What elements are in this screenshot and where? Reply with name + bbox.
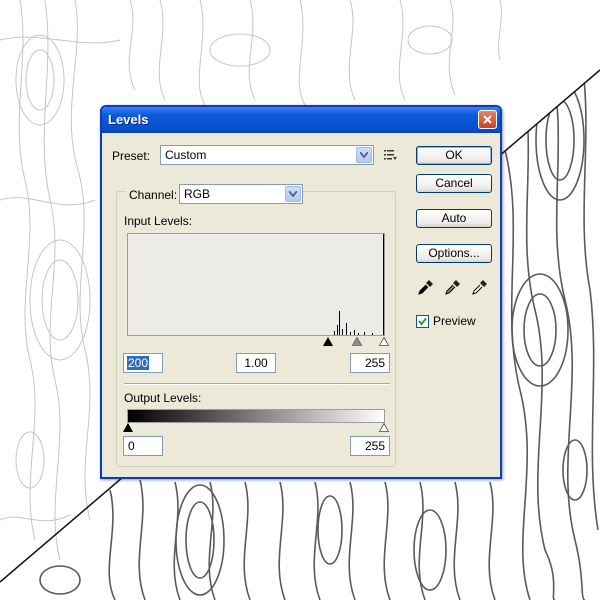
chevron-down-icon bbox=[360, 152, 368, 158]
preview-label[interactable]: Preview bbox=[433, 314, 476, 328]
histogram-bar bbox=[364, 332, 365, 335]
histogram-bar bbox=[346, 323, 347, 335]
input-black-slider[interactable] bbox=[323, 337, 333, 346]
input-white-slider[interactable] bbox=[379, 337, 389, 346]
histogram-bar bbox=[339, 311, 340, 335]
black-eyedropper-icon[interactable] bbox=[418, 279, 434, 295]
input-black-value: 200 bbox=[127, 356, 150, 370]
ok-button[interactable]: OK bbox=[416, 146, 492, 165]
output-levels-label: Output Levels: bbox=[124, 391, 202, 405]
close-icon bbox=[483, 115, 492, 124]
preset-menu-icon[interactable] bbox=[384, 149, 398, 161]
preset-label: Preset: bbox=[112, 149, 151, 163]
white-eyedropper-icon[interactable] bbox=[472, 279, 488, 295]
histogram-bar bbox=[334, 331, 335, 335]
histogram-bar bbox=[350, 332, 351, 335]
histogram bbox=[127, 233, 385, 336]
histogram-bar bbox=[372, 333, 373, 335]
preset-dropdown-arrow[interactable] bbox=[356, 147, 372, 163]
preview-checkbox[interactable] bbox=[416, 315, 429, 328]
output-black-slider[interactable] bbox=[123, 423, 133, 432]
output-black-field[interactable]: 0 bbox=[123, 436, 163, 456]
preset-select[interactable]: Custom bbox=[160, 145, 374, 165]
levels-dialog: Levels Preset: Custom Channel: RGB Input… bbox=[100, 105, 502, 479]
channel-dropdown-arrow[interactable] bbox=[285, 186, 301, 202]
cancel-button[interactable]: Cancel bbox=[416, 174, 492, 193]
output-white-field[interactable]: 255 bbox=[350, 436, 390, 456]
chevron-down-icon bbox=[289, 191, 297, 197]
title-bar[interactable]: Levels bbox=[102, 107, 500, 133]
auto-button[interactable]: Auto bbox=[416, 209, 492, 228]
histogram-bar bbox=[358, 333, 359, 335]
checkmark-icon bbox=[418, 317, 427, 326]
input-white-value: 255 bbox=[364, 356, 385, 370]
divider bbox=[124, 383, 390, 385]
histogram-bar bbox=[383, 234, 384, 335]
options-button[interactable]: Options... bbox=[416, 244, 492, 263]
channel-label: Channel: bbox=[126, 188, 181, 202]
output-white-slider[interactable] bbox=[379, 423, 389, 432]
histogram-bar bbox=[354, 330, 355, 335]
gray-eyedropper-icon[interactable] bbox=[445, 279, 461, 295]
input-black-field[interactable]: 200 bbox=[123, 353, 163, 373]
close-button[interactable] bbox=[478, 110, 497, 129]
input-white-field[interactable]: 255 bbox=[350, 353, 390, 373]
channel-select[interactable]: RGB bbox=[179, 184, 303, 204]
histogram-bar bbox=[342, 329, 343, 335]
output-gradient-bar bbox=[127, 409, 385, 423]
input-levels-label: Input Levels: bbox=[124, 214, 193, 228]
output-black-value: 0 bbox=[128, 439, 135, 453]
input-gamma-field[interactable]: 1.00 bbox=[236, 353, 276, 373]
output-white-value: 255 bbox=[364, 439, 385, 453]
preset-value: Custom bbox=[165, 148, 207, 162]
dialog-title: Levels bbox=[108, 112, 149, 127]
input-gamma-slider[interactable] bbox=[352, 337, 362, 346]
input-gamma-value: 1.00 bbox=[244, 356, 268, 370]
histogram-bar bbox=[337, 325, 338, 335]
channel-value: RGB bbox=[184, 187, 211, 201]
